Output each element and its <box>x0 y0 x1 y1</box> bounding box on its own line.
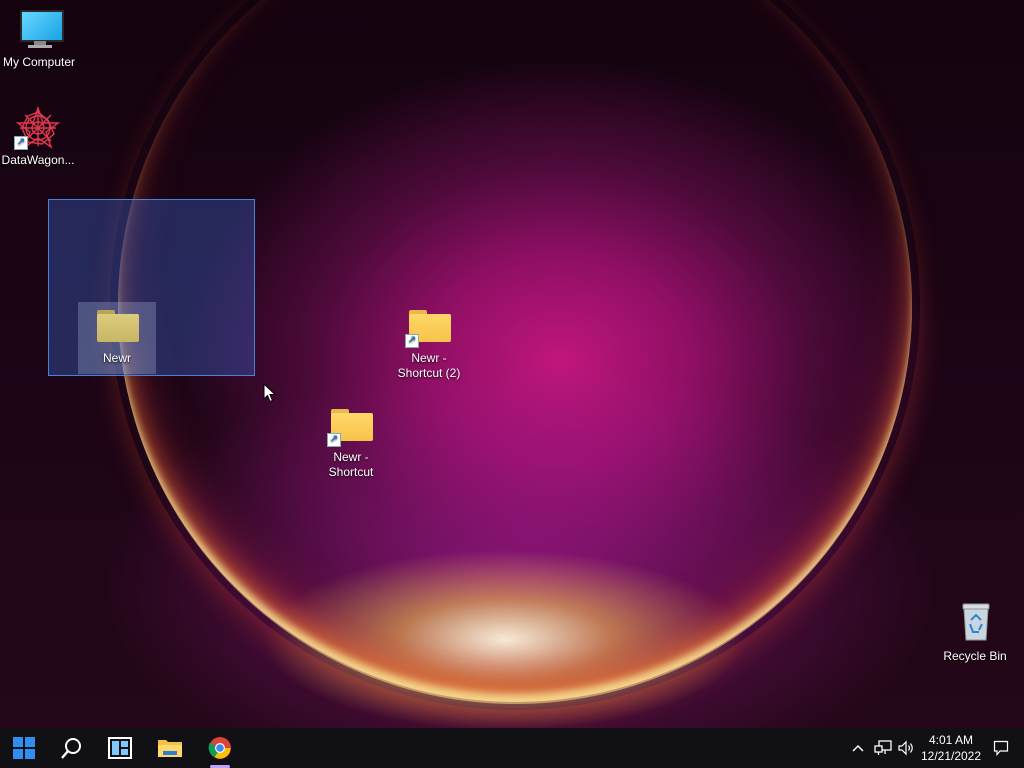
desktop-icon-label: DataWagon... <box>1 153 75 167</box>
notification-icon <box>993 740 1009 756</box>
desktop-icon-datawagon[interactable]: ↗ DataWagon... <box>0 106 76 168</box>
desktop-icon-newr-shortcut[interactable]: ↗ Newr - Shortcut <box>313 403 389 480</box>
desktop[interactable]: My Computer ↗ DataWagon... Newr ↗ Newr -… <box>0 0 1024 728</box>
desktop-icon-recycle-bin[interactable]: Recycle Bin <box>937 602 1013 664</box>
desktop-icon-label: Newr - Shortcut (2) <box>397 351 461 380</box>
chrome-icon <box>208 737 231 759</box>
shortcut-arrow-icon: ↗ <box>327 433 341 447</box>
desktop-icon-newr[interactable]: Newr <box>79 304 155 366</box>
file-explorer-icon <box>158 740 182 757</box>
desktop-icon-label: Recycle Bin <box>943 649 1007 663</box>
folder-icon <box>93 304 141 348</box>
folder-icon: ↗ <box>405 304 453 348</box>
windows-logo-icon <box>13 737 35 759</box>
desktop-icon-my-computer[interactable]: My Computer <box>1 8 77 70</box>
chevron-up-icon <box>852 744 864 752</box>
folder-icon: ↗ <box>327 403 375 447</box>
network-button[interactable] <box>872 728 894 768</box>
notification-center-button[interactable] <box>990 728 1012 768</box>
desktop-icon-label: Newr - Shortcut <box>328 450 374 479</box>
network-icon <box>874 740 892 755</box>
datawagon-app-icon: ↗ <box>14 106 62 150</box>
widgets-icon <box>108 737 132 759</box>
search-button[interactable] <box>50 728 94 768</box>
desktop-icon-newr-shortcut-2[interactable]: ↗ Newr - Shortcut (2) <box>391 304 467 381</box>
shortcut-arrow-icon: ↗ <box>405 334 419 348</box>
recycle-bin-icon <box>951 602 999 646</box>
clock[interactable]: 4:01 AM 12/21/2022 <box>912 728 990 768</box>
monitor-icon <box>15 8 64 52</box>
show-hidden-icons-button[interactable] <box>848 728 868 768</box>
clock-date: 12/21/2022 <box>920 749 982 763</box>
desktop-icon-label: My Computer <box>2 55 76 69</box>
desktop-icon-label: Newr <box>102 351 131 365</box>
taskbar: 4:01 AM 12/21/2022 <box>0 728 1024 768</box>
shortcut-arrow-icon: ↗ <box>14 136 28 150</box>
widgets-button[interactable] <box>98 728 142 768</box>
mouse-cursor-icon <box>263 383 277 403</box>
search-icon <box>61 738 81 759</box>
start-button[interactable] <box>2 728 46 768</box>
clock-time: 4:01 AM <box>928 733 974 747</box>
chrome-button[interactable] <box>198 728 242 768</box>
file-explorer-button[interactable] <box>148 728 192 768</box>
